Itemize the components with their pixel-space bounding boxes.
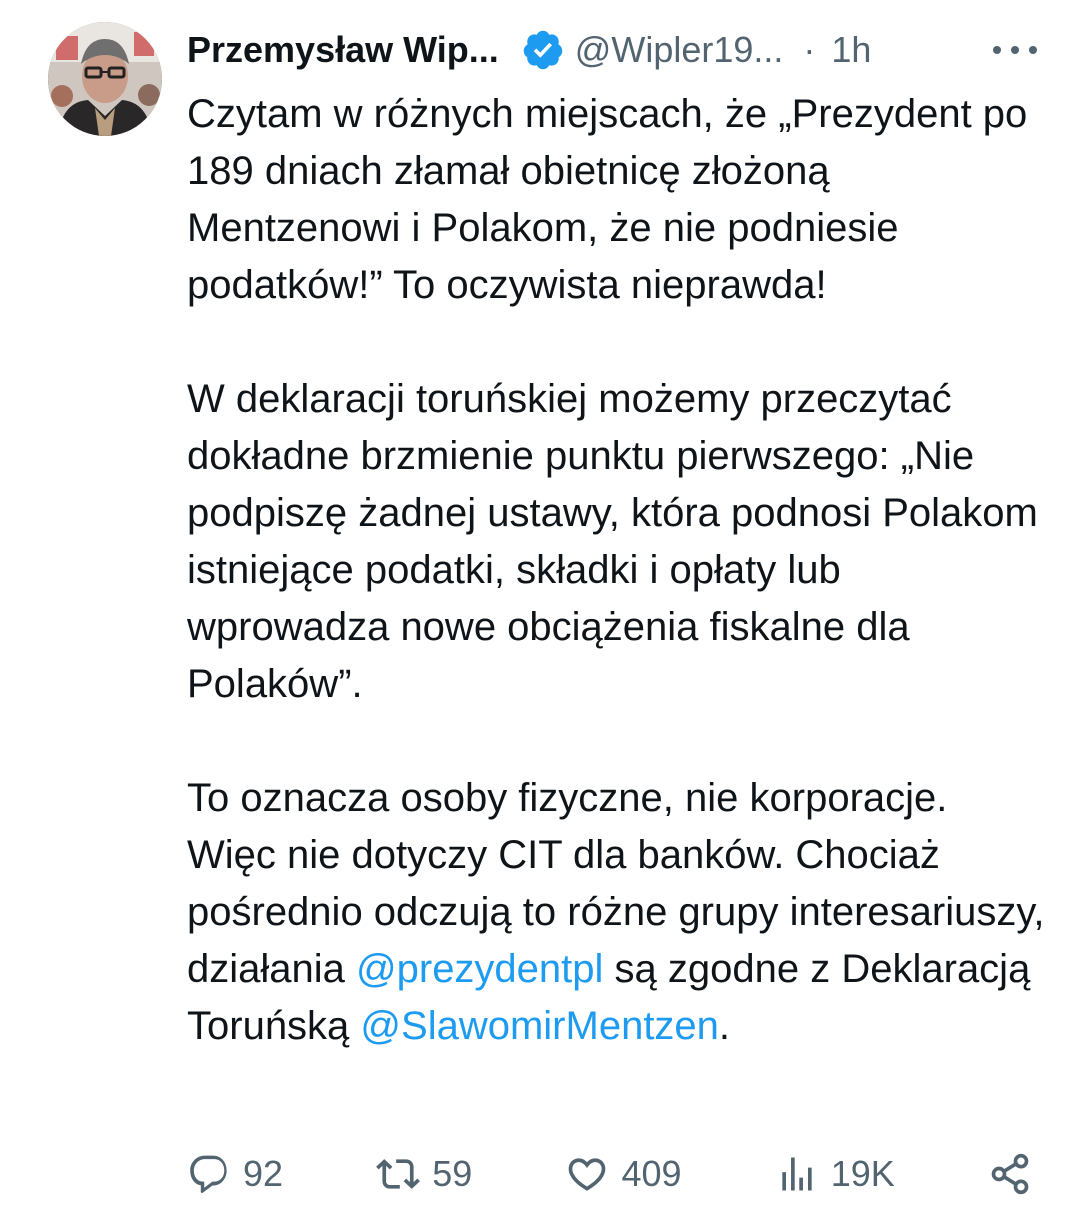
- author-avatar[interactable]: [48, 22, 162, 136]
- reply-count: 92: [243, 1153, 284, 1194]
- mention-link[interactable]: @prezydentpl: [356, 947, 603, 991]
- tweet-paragraph: Czytam w różnych miejscach, że „Prezyden…: [187, 86, 1047, 314]
- avatar-photo: [48, 22, 162, 136]
- more-options-icon[interactable]: [993, 38, 1037, 62]
- views-count: 19K: [830, 1153, 895, 1194]
- tweet-text-segment: .: [718, 1004, 731, 1048]
- like-count: 409: [621, 1153, 682, 1194]
- views-icon: [775, 1152, 819, 1196]
- views-button[interactable]: 19K: [775, 1152, 895, 1196]
- tweet-text-segment: W deklaracji toruńskiej możemy przeczyta…: [187, 377, 1038, 706]
- retweet-count: 59: [432, 1153, 473, 1194]
- timestamp[interactable]: 1h: [831, 32, 871, 68]
- mention-link[interactable]: @SlawomirMentzen: [360, 1004, 719, 1048]
- tweet-paragraph: W deklaracji toruńskiej możemy przeczyta…: [187, 371, 1047, 713]
- share-button[interactable]: [988, 1152, 1032, 1196]
- reply-button[interactable]: 92: [187, 1152, 283, 1196]
- tweet-text: Czytam w różnych miejscach, że „Prezyden…: [187, 86, 1047, 1055]
- tweet-header: Przemysław Wip... @Wipler19... · 1h: [187, 22, 1037, 78]
- share-icon: [988, 1152, 1032, 1196]
- author-handle[interactable]: @Wipler19...: [575, 32, 784, 68]
- heart-icon: [565, 1152, 609, 1196]
- retweet-icon: [376, 1152, 421, 1196]
- retweet-button[interactable]: 59: [376, 1152, 472, 1196]
- separator-dot: ·: [803, 29, 816, 70]
- reply-icon: [187, 1152, 231, 1196]
- tweet: Przemysław Wip... @Wipler19... · 1h Czyt…: [0, 0, 1080, 1231]
- tweet-actions: 92 59 409 19K: [187, 1146, 1032, 1202]
- author-name[interactable]: Przemysław Wip...: [187, 32, 499, 68]
- tweet-paragraph: To oznacza osoby fizyczne, nie korporacj…: [187, 770, 1047, 1055]
- tweet-text-segment: Czytam w różnych miejscach, że „Prezyden…: [187, 92, 1028, 307]
- like-button[interactable]: 409: [565, 1152, 682, 1196]
- verified-badge-icon: [521, 28, 565, 72]
